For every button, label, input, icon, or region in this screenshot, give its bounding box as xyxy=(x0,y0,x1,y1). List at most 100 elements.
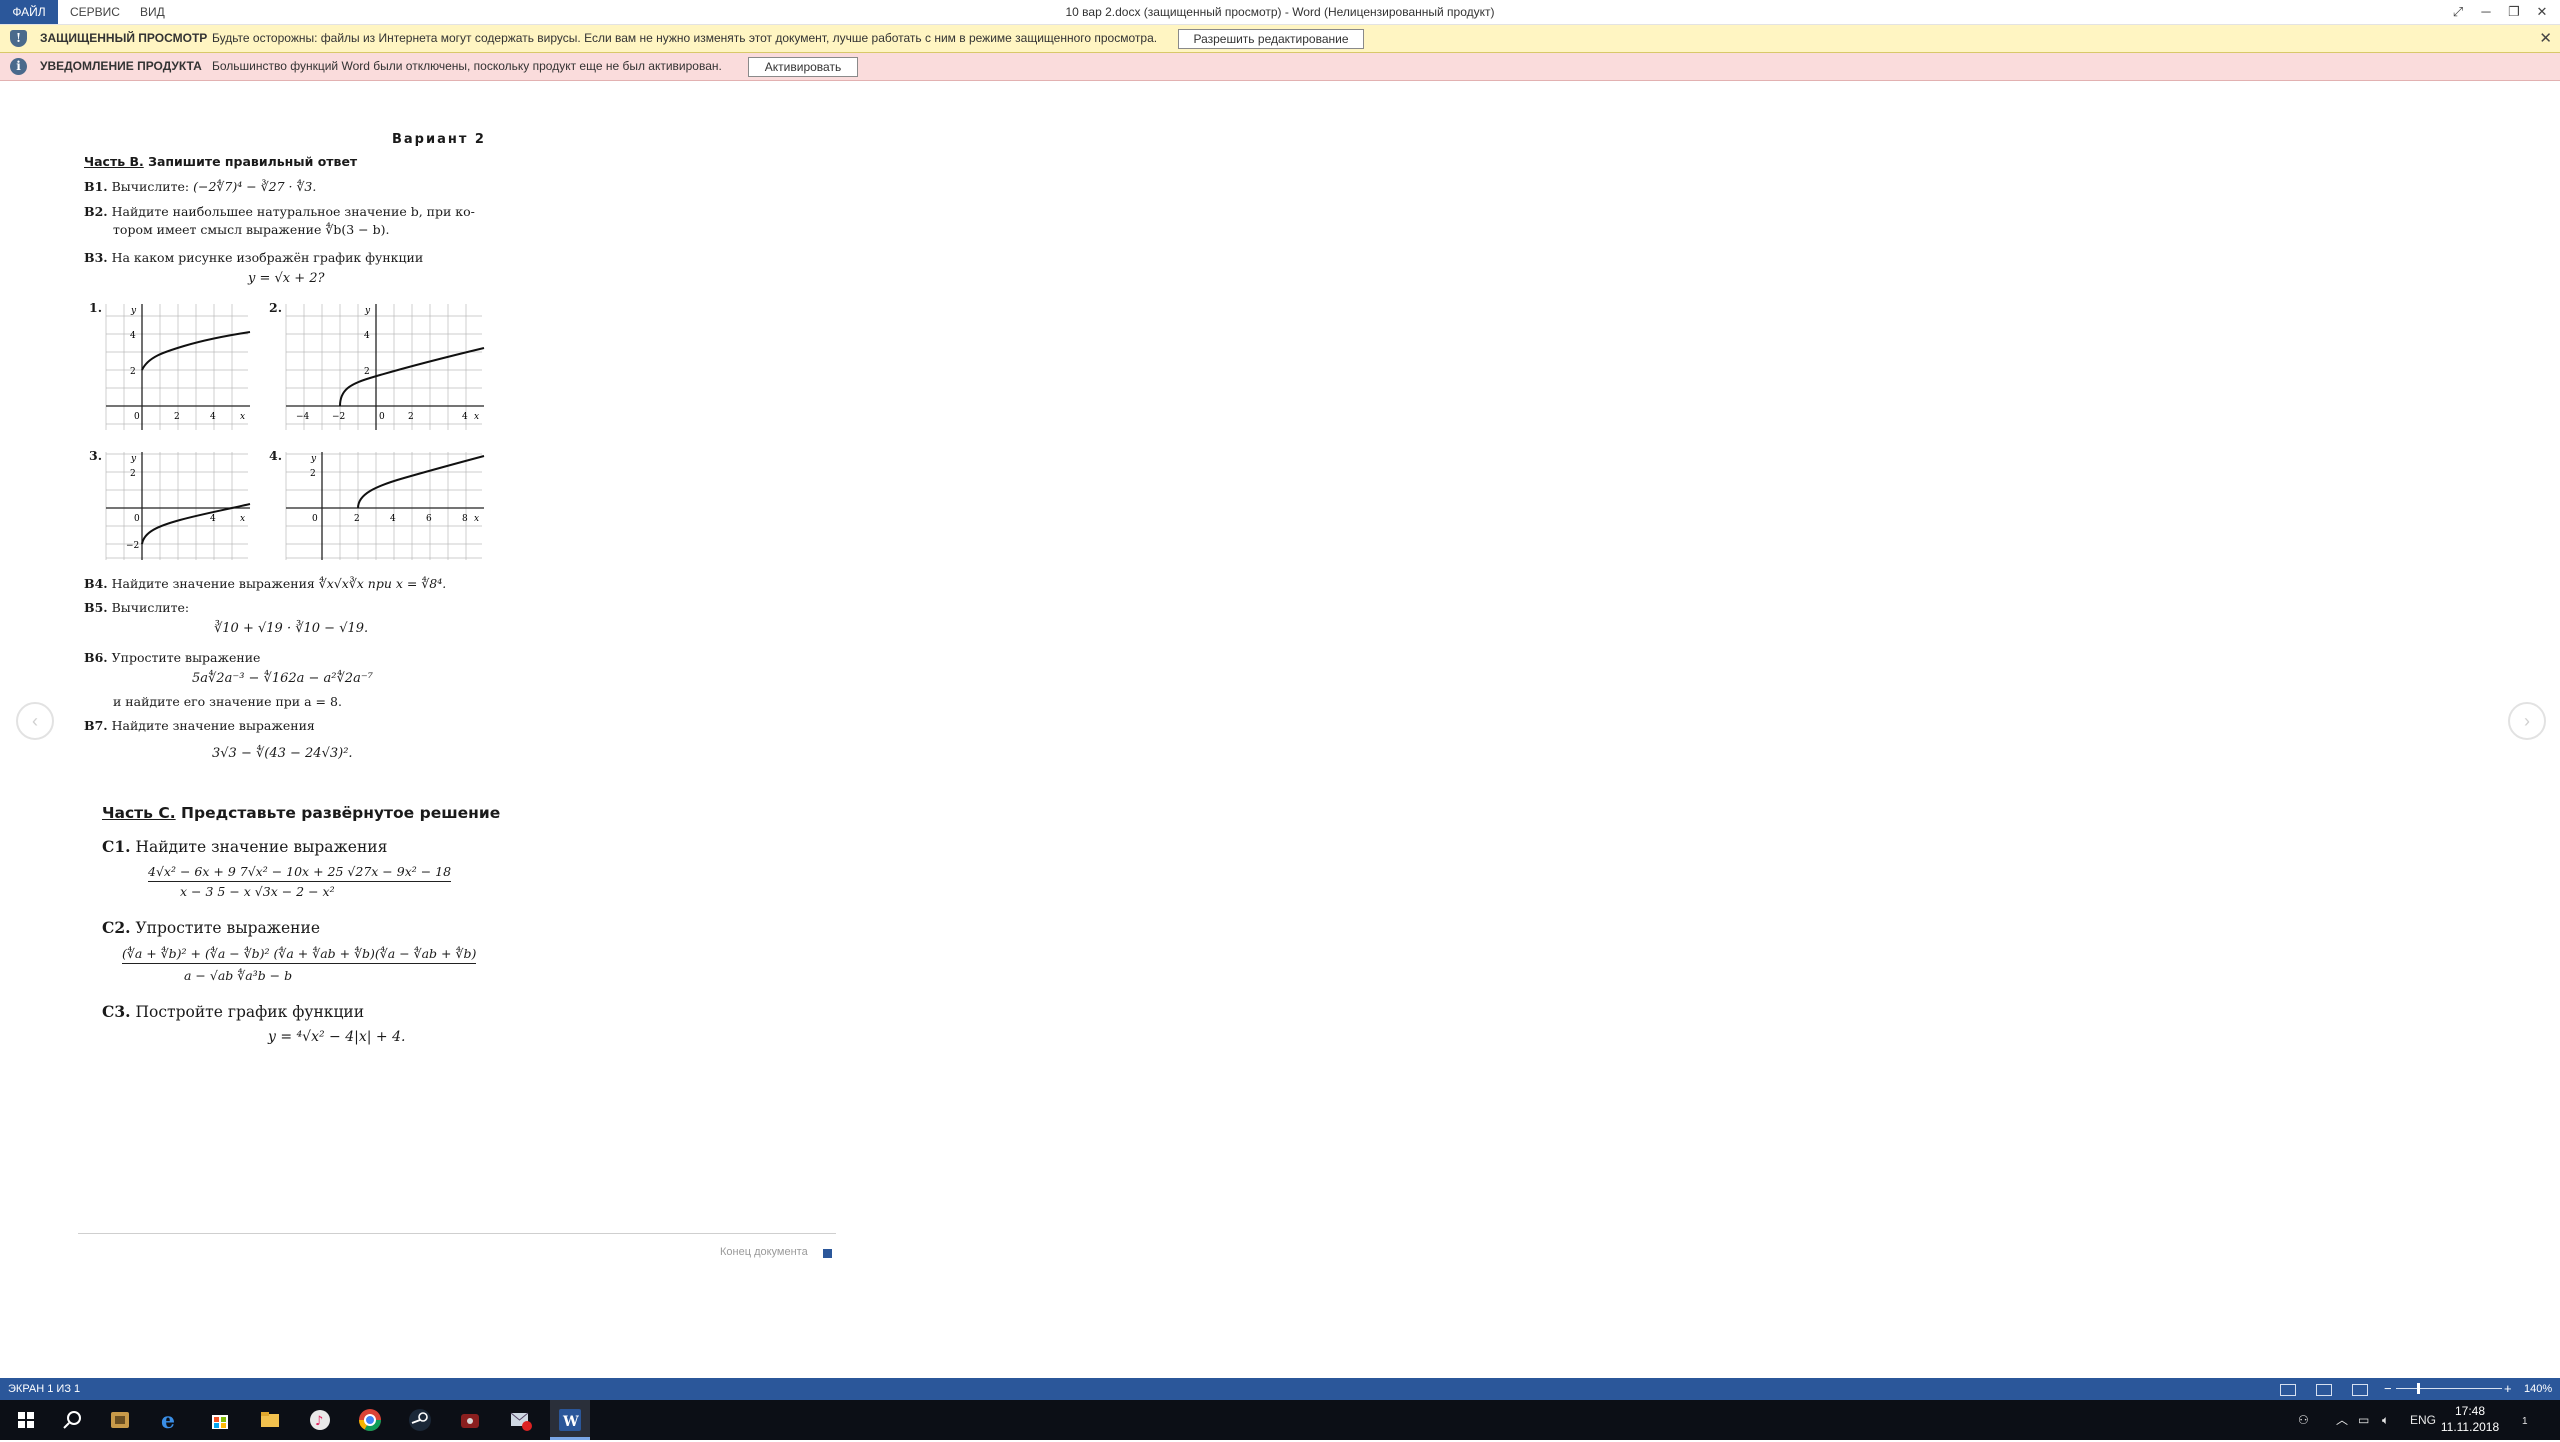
people-icon[interactable]: ⚇ xyxy=(2298,1400,2309,1440)
graph-2-tick-4: 4 xyxy=(364,331,370,341)
protected-view-message: Будьте осторожны: файлы из Интернета мог… xyxy=(212,31,1158,45)
protected-view-title: ЗАЩИЩЕННЫЙ ПРОСМОТР xyxy=(40,31,208,45)
c2-text: Упростите выражение xyxy=(135,919,321,937)
b2-text-line2: тором имеет смысл выражение ∜b(3 − b). xyxy=(113,222,390,237)
clock[interactable]: 17:48 11.11.2018 xyxy=(2440,1403,2500,1435)
chrome-icon[interactable] xyxy=(356,1406,384,1434)
graph-4-x-label: x xyxy=(474,514,479,524)
show-hidden-icons-icon[interactable]: ︿ xyxy=(2336,1400,2348,1440)
product-notice-message: Большинство функций Word были отключены,… xyxy=(212,59,722,73)
edge-browser-icon[interactable]: e xyxy=(156,1406,184,1434)
web-layout-icon[interactable] xyxy=(2352,1384,2368,1396)
menu-view[interactable]: ВИД xyxy=(140,0,165,24)
clock-date: 11.11.2018 xyxy=(2440,1420,2500,1434)
ribbon-display-options-icon[interactable]: ⤢ xyxy=(2444,0,2472,24)
graph-4-tick-x2: 2 xyxy=(354,514,360,524)
graph-4-origin: 0 xyxy=(312,514,318,524)
graph-2-label: 2. xyxy=(269,300,283,315)
restore-button[interactable]: ❐ xyxy=(2500,0,2528,24)
print-layout-icon[interactable] xyxy=(2316,1384,2332,1396)
graph-3-y-label: y xyxy=(130,454,137,464)
steam-icon[interactable] xyxy=(406,1406,434,1434)
b4-text: Найдите значение выражения xyxy=(111,576,315,591)
b6-formula: 5a∜2a⁻³ − ∜162a − a²∜2a⁻⁷ xyxy=(192,671,373,686)
volume-icon[interactable]: 🔈︎ xyxy=(2382,1400,2389,1440)
file-explorer-icon[interactable] xyxy=(256,1406,284,1434)
b5-text: Вычислите: xyxy=(111,600,190,615)
graph-3-tick-x4: 4 xyxy=(210,514,216,524)
b2-number: B2. xyxy=(84,204,108,219)
product-notice-bar: i УВЕДОМЛЕНИЕ ПРОДУКТА Большинство функц… xyxy=(0,53,2560,81)
close-button[interactable]: ✕ xyxy=(2528,0,2556,24)
graph-3-x-label: x xyxy=(240,514,245,524)
music-app-icon[interactable]: ♪ xyxy=(306,1406,334,1434)
store-icon[interactable] xyxy=(206,1406,234,1434)
b3-formula: y = √x + 2? xyxy=(248,271,325,286)
b2-text: Найдите наибольшее натуральное значение … xyxy=(111,204,475,219)
minimize-button[interactable]: ─ xyxy=(2472,0,2500,24)
activate-button[interactable]: Активировать xyxy=(748,57,858,77)
graph-1-tick-x2: 2 xyxy=(174,412,180,422)
svg-text:♪: ♪ xyxy=(315,1414,323,1429)
read-mode-icon[interactable] xyxy=(2280,1384,2296,1396)
title-bar: ФАЙЛ СЕРВИС ВИД 10 вар 2.docx (защищенны… xyxy=(0,0,2560,25)
c1-text: Найдите значение выражения xyxy=(135,838,388,856)
protected-view-bar: ! ЗАЩИЩЕННЫЙ ПРОСМОТР Будьте осторожны: … xyxy=(0,25,2560,53)
enable-editing-button[interactable]: Разрешить редактирование xyxy=(1178,29,1364,49)
graph-2-x-label: x xyxy=(474,412,479,422)
menu-service[interactable]: СЕРВИС xyxy=(70,0,120,24)
word-app-icon[interactable]: W xyxy=(550,1400,590,1440)
windows-start-icon[interactable] xyxy=(12,1406,40,1434)
notifications-count: 1 xyxy=(2522,1416,2528,1427)
shield-icon: ! xyxy=(10,30,27,47)
graph-3-tick-2: 2 xyxy=(130,469,136,479)
page-indicator[interactable]: ЭКРАН 1 ИЗ 1 xyxy=(8,1378,80,1400)
status-bar: ЭКРАН 1 ИЗ 1 − + 140% xyxy=(0,1378,2560,1400)
b1-formula: (−2∜7)⁴ − ∛27 · ∜3. xyxy=(193,179,317,194)
part-c-label: Часть C. xyxy=(102,804,176,822)
c2-formula-numerators: (∜a + ∜b)² + (∜a − ∜b)² (∜a + ∜ab + ∜b)(… xyxy=(122,946,477,964)
end-of-document-rule xyxy=(78,1233,836,1234)
b4-formula: ∜x√x∛x при x = ∜8⁴. xyxy=(318,576,447,591)
file-tab[interactable]: ФАЙЛ xyxy=(0,0,58,24)
input-language[interactable]: ENG xyxy=(2410,1400,2436,1440)
b7-formula: 3√3 − ∜(43 − 24√3)². xyxy=(212,746,353,761)
c3-text: Постройте график функции xyxy=(135,1003,365,1021)
b5-formula: ∛10 + √19 · ∛10 − √19. xyxy=(214,621,369,636)
b3-text: На каком рисунке изображён график функци… xyxy=(111,250,424,265)
graph-1-x-label: x xyxy=(240,412,245,422)
graph-1-tick-x4: 4 xyxy=(210,412,216,422)
task-view-icon[interactable] xyxy=(106,1406,134,1434)
graph-4-tick-x6: 6 xyxy=(426,514,432,524)
zoom-out-icon[interactable]: − xyxy=(2384,1378,2392,1400)
previous-screen-icon[interactable]: ‹ xyxy=(16,702,54,740)
info-icon: i xyxy=(10,58,27,75)
search-icon[interactable] xyxy=(58,1406,86,1434)
mail-app-icon[interactable] xyxy=(506,1406,534,1434)
graph-3: y 2 0 −2 4 x xyxy=(105,452,251,560)
next-screen-icon[interactable]: › xyxy=(2508,702,2546,740)
graph-3-origin: 0 xyxy=(134,514,140,524)
game-app-icon[interactable] xyxy=(456,1406,484,1434)
close-icon[interactable]: ✕ xyxy=(2539,25,2552,52)
graph-4: y 2 0 2 4 6 8 x xyxy=(285,452,485,560)
zoom-in-icon[interactable]: + xyxy=(2504,1378,2512,1400)
graph-1-origin: 0 xyxy=(134,412,140,422)
taskbar: e ♪ W ⚇ ︿ ▭ 🔈︎ ENG 17:48 11.11.2018 1 xyxy=(0,1400,2560,1440)
graph-4-tick-x4: 4 xyxy=(390,514,396,524)
notifications-icon[interactable]: 1 xyxy=(2522,1400,2528,1442)
network-icon[interactable]: ▭ xyxy=(2358,1400,2369,1440)
c3-formula: y = ⁴√x² − 4|x| + 4. xyxy=(268,1029,406,1045)
b6-text-line2: и найдите его значение при a = 8. xyxy=(113,694,342,709)
zoom-slider-thumb[interactable] xyxy=(2417,1383,2420,1394)
b6-number: B6. xyxy=(84,650,108,665)
zoom-level[interactable]: 140% xyxy=(2524,1378,2552,1400)
graph-4-tick-x8: 8 xyxy=(462,514,468,524)
graph-2-tick-xm4: −4 xyxy=(296,412,310,422)
zoom-slider[interactable] xyxy=(2396,1388,2502,1389)
document-page[interactable]: ‹ › Вариант 2 Часть B. Запишите правильн… xyxy=(0,82,2560,1378)
graph-2-tick-2: 2 xyxy=(364,367,370,377)
b6-text: Упростите выражение xyxy=(111,650,261,665)
product-notice-title: УВЕДОМЛЕНИЕ ПРОДУКТА xyxy=(40,59,202,73)
end-of-document-label: Конец документа xyxy=(720,1246,808,1258)
